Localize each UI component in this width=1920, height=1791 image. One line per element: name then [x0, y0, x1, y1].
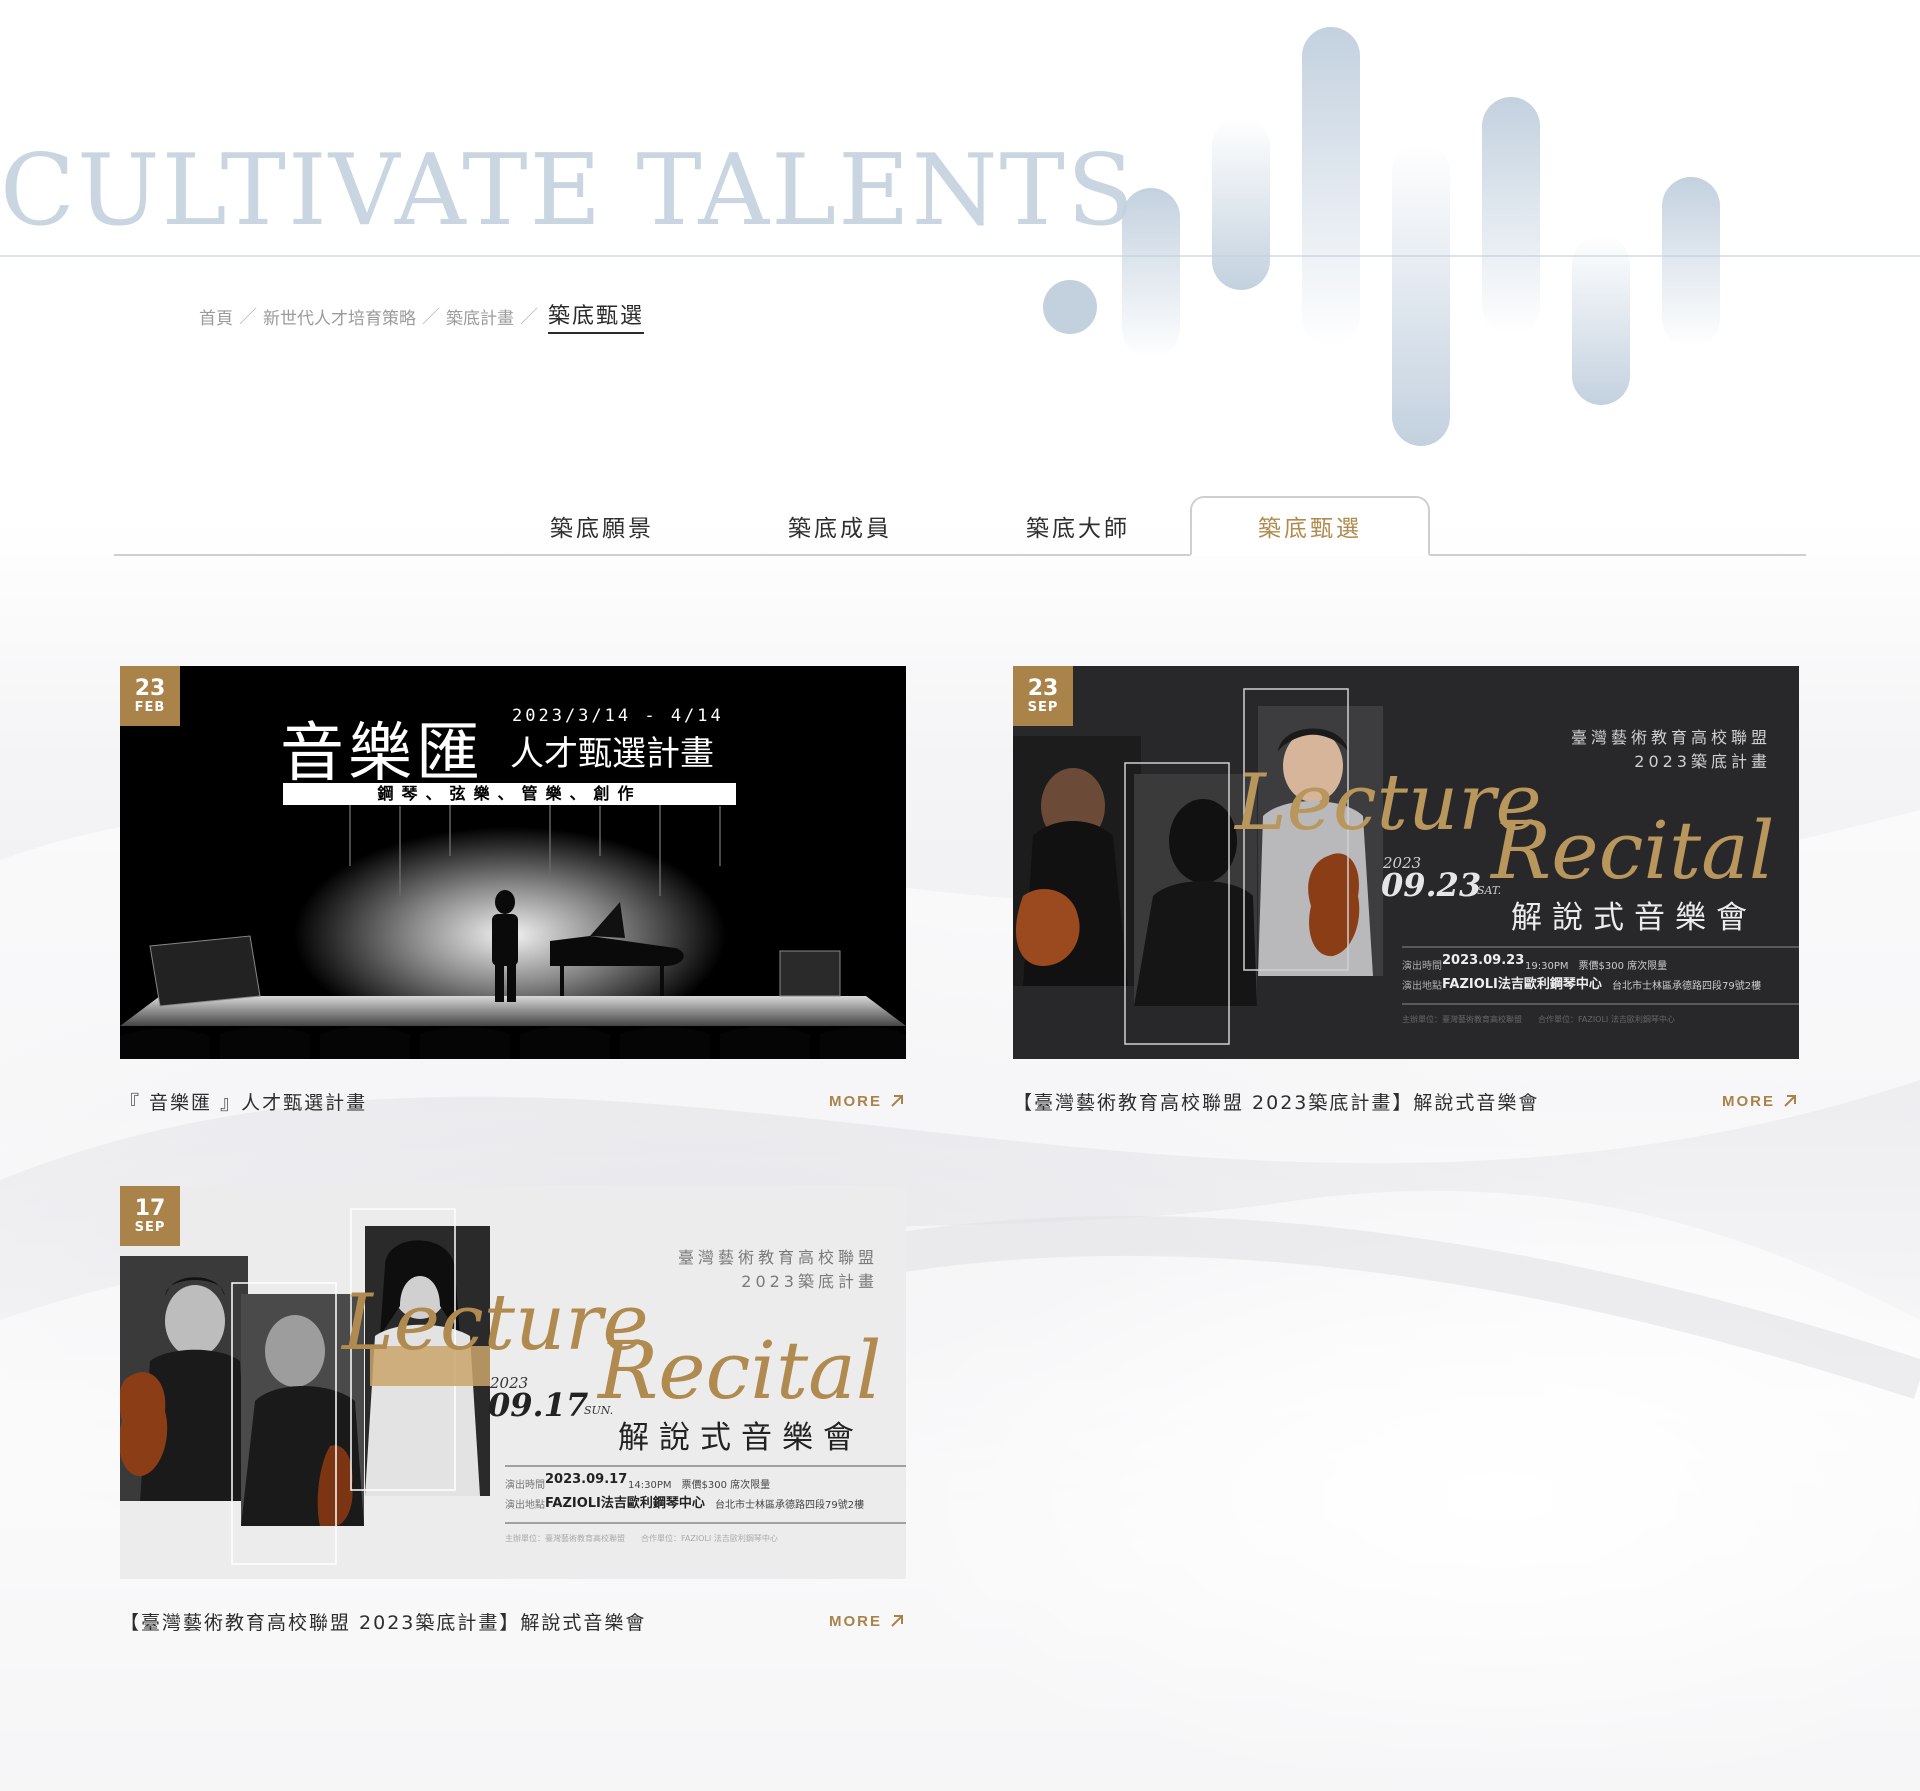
poster-banner: 鋼琴、弦樂、管樂、創作: [283, 783, 736, 805]
poster-time-label: 演出時間: [505, 1480, 545, 1491]
poster-venue: FAZIOLI法吉歐利鋼琴中心: [545, 1496, 705, 1511]
date-month: SEP: [134, 1219, 166, 1235]
date-day: 23: [1027, 675, 1059, 701]
breadcrumb-strategy[interactable]: 新世代人才培育策略: [263, 304, 416, 329]
date-badge: 23 SEP: [1013, 666, 1073, 726]
card-footer: 【臺灣藝術教育高校聯盟 2023築底計畫】解說式音樂會 MORE: [1013, 1071, 1799, 1131]
poster-dates: 2023/3/14 - 4/14: [512, 706, 724, 726]
poster-organization: 臺灣藝術教育高校聯盟: [1570, 728, 1771, 747]
card-footer: 『 音樂匯 』人才甄選計畫 MORE: [120, 1071, 906, 1131]
poster-address: 台北市士林區承德路四段79號2樓: [715, 1500, 865, 1511]
more-label: MORE: [829, 1092, 882, 1110]
poster-organizers: 主辦單位：臺灣藝術教育高校聯盟 合作單位：FAZIOLI 法吉歐利鋼琴中心: [1402, 1015, 1675, 1024]
poster-time-detail: 19:30PM 票價$300 席次限量: [1525, 961, 1668, 972]
news-card: 17 SEP 臺灣藝術教育高校聯盟 2023築底計畫 Lecture Recit…: [120, 1186, 906, 1651]
date-badge: 23 FEB: [120, 666, 180, 726]
breadcrumb-current: 築底甄選: [548, 298, 645, 334]
card-title[interactable]: 『 音樂匯 』人才甄選計畫: [120, 1088, 367, 1115]
breadcrumb: 首頁 ／ 新世代人才培育策略 ／ 築底計畫 ／ 築底甄選: [199, 298, 645, 334]
breadcrumb-separator: ／: [422, 307, 440, 328]
card-thumbnail[interactable]: 23 FEB 音樂匯 2023/3/14 - 4/14 人才甄選計畫 鋼琴、弦樂…: [120, 666, 906, 1059]
poster-plan: 2023築底計畫: [741, 1272, 878, 1291]
date-badge: 17 SEP: [120, 1186, 180, 1246]
poster-venue-label: 演出地點: [1402, 981, 1442, 992]
poster-date: 09.23: [1381, 866, 1482, 904]
poster-event: 解說式音樂會: [1511, 900, 1757, 936]
card-footer: 【臺灣藝術教育高校聯盟 2023築底計畫】解說式音樂會 MORE: [120, 1591, 906, 1651]
news-card: 23 SEP 臺灣藝術教育高校聯盟 2023築底計畫 Lecture Recit…: [1013, 666, 1799, 1131]
poster-time-label: 演出時間: [1402, 961, 1442, 972]
breadcrumb-separator: ／: [520, 307, 538, 328]
poster-organization: 臺灣藝術教育高校聯盟: [677, 1248, 878, 1267]
tab-masters[interactable]: 築底大師: [958, 496, 1198, 556]
hero-title: CULTIVATE TALENTS: [0, 134, 1136, 248]
card-thumbnail[interactable]: 23 SEP 臺灣藝術教育高校聯盟 2023築底計畫 Lecture Recit…: [1013, 666, 1799, 1059]
more-link[interactable]: MORE: [829, 1093, 906, 1110]
poster-organizers: 主辦單位：臺灣藝術教育高校聯盟 合作單位：FAZIOLI 法吉歐利鋼琴中心: [505, 1534, 778, 1543]
date-month: FEB: [134, 699, 166, 715]
poster-plan: 2023築底計畫: [1634, 752, 1771, 771]
poster-script-recital: Recital: [1491, 804, 1775, 897]
poster-time-detail: 14:30PM 票價$300 席次限量: [628, 1480, 771, 1491]
poster-address: 台北市士林區承德路四段79號2樓: [1612, 981, 1762, 992]
breadcrumb-plan[interactable]: 築底計畫: [446, 304, 514, 329]
poster-event: 解說式音樂會: [618, 1420, 864, 1456]
poster-script-recital: Recital: [598, 1324, 882, 1417]
poster-time: 2023.09.23: [1442, 953, 1525, 968]
news-card: 23 FEB 音樂匯 2023/3/14 - 4/14 人才甄選計畫 鋼琴、弦樂…: [120, 666, 906, 1131]
poster-date: 09.17: [488, 1386, 589, 1424]
more-label: MORE: [829, 1612, 882, 1630]
arrow-up-right-icon: [891, 1095, 903, 1107]
breadcrumb-home[interactable]: 首頁: [199, 304, 233, 329]
date-day: 23: [134, 675, 166, 701]
arrow-up-right-icon: [891, 1615, 903, 1627]
poster-venue-label: 演出地點: [505, 1500, 545, 1511]
more-label: MORE: [1722, 1092, 1775, 1110]
poster-title: 音樂匯: [280, 717, 484, 791]
more-link[interactable]: MORE: [829, 1613, 906, 1630]
poster-venue: FAZIOLI法吉歐利鋼琴中心: [1442, 977, 1602, 992]
more-link[interactable]: MORE: [1722, 1093, 1799, 1110]
tab-members[interactable]: 築底成員: [720, 496, 960, 556]
poster-weekday: SAT.: [1477, 884, 1502, 897]
poster-time: 2023.09.17: [545, 1472, 628, 1487]
date-day: 17: [134, 1195, 166, 1221]
card-title[interactable]: 【臺灣藝術教育高校聯盟 2023築底計畫】解說式音樂會: [120, 1608, 646, 1635]
poster-weekday: SUN.: [584, 1404, 614, 1417]
tab-vision[interactable]: 築底願景: [482, 496, 722, 556]
card-thumbnail[interactable]: 17 SEP 臺灣藝術教育高校聯盟 2023築底計畫 Lecture Recit…: [120, 1186, 906, 1579]
card-title[interactable]: 【臺灣藝術教育高校聯盟 2023築底計畫】解說式音樂會: [1013, 1088, 1539, 1115]
sound-wave-decoration: [1040, 25, 1730, 455]
arrow-up-right-icon: [1784, 1095, 1796, 1107]
breadcrumb-separator: ／: [239, 307, 257, 328]
date-month: SEP: [1027, 699, 1059, 715]
poster-subtitle: 人才甄選計畫: [510, 734, 714, 774]
tab-selection[interactable]: 築底甄選: [1190, 496, 1430, 556]
